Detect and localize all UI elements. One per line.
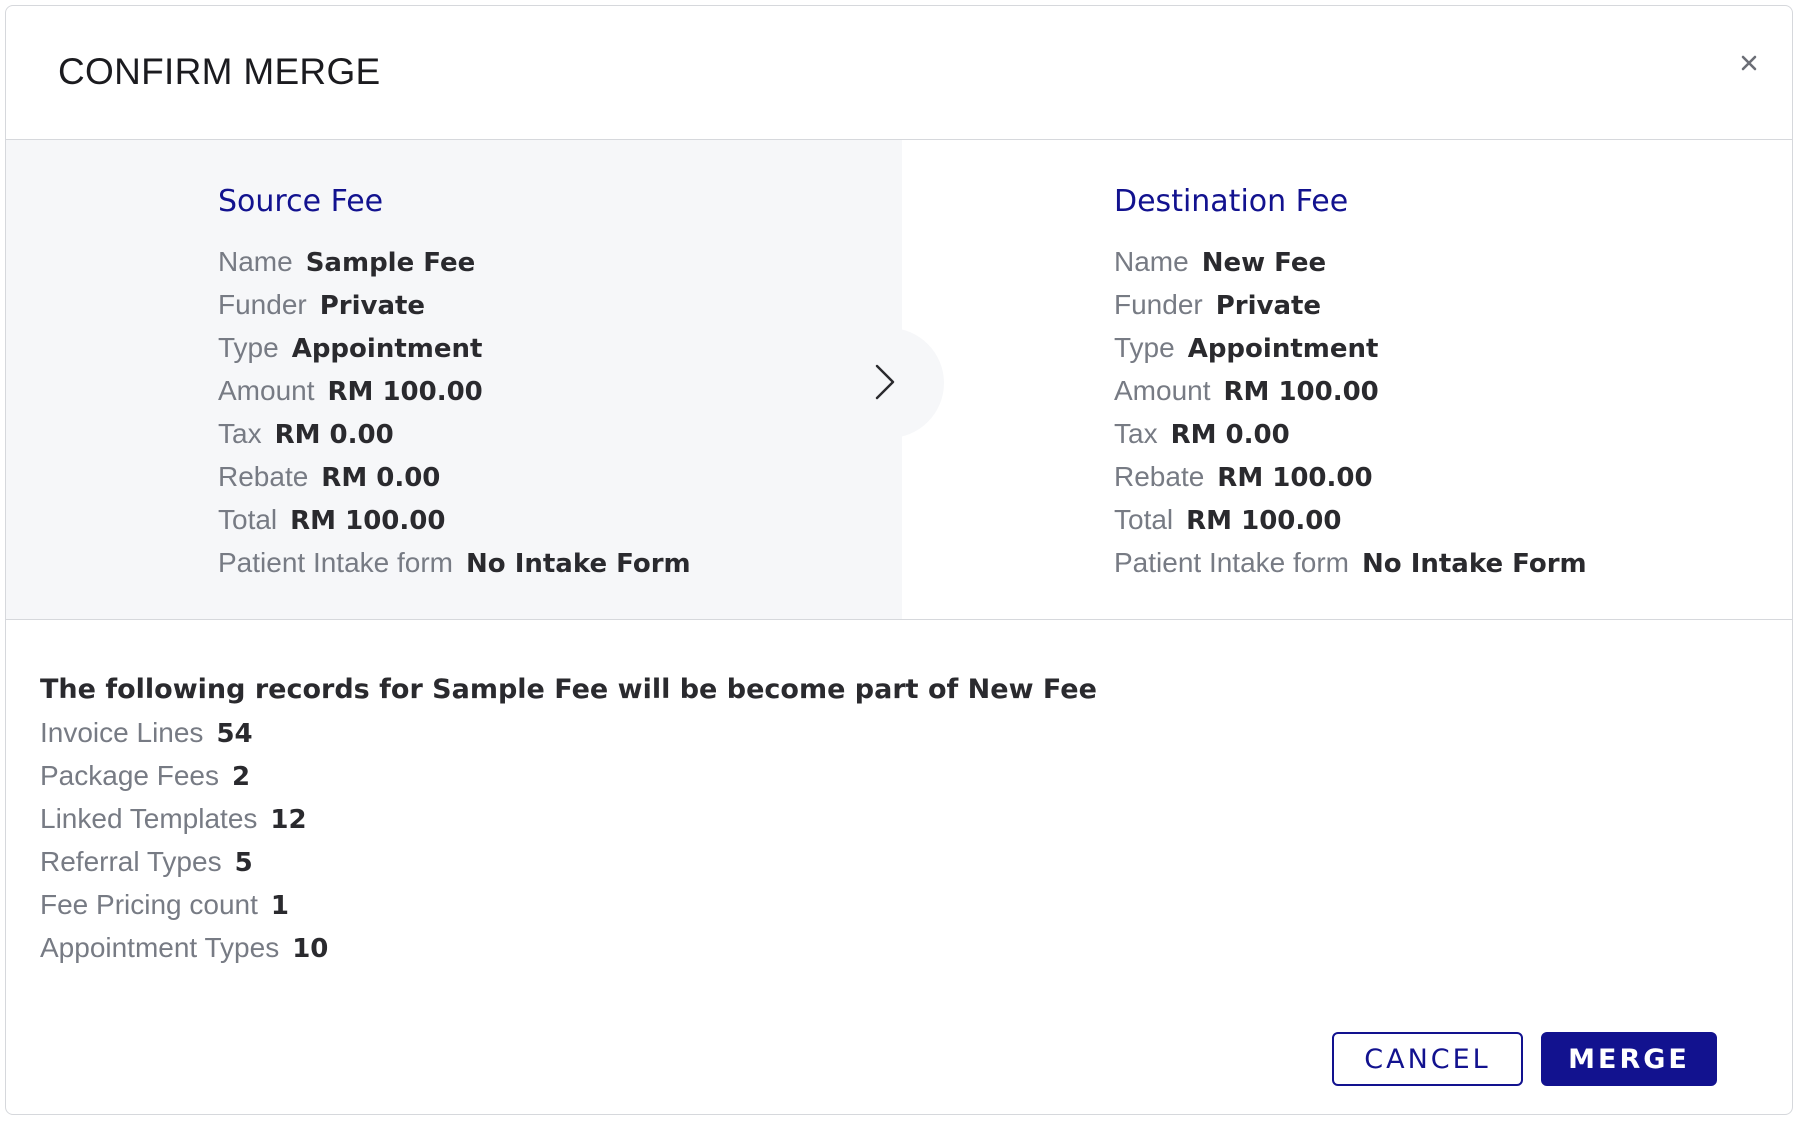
field-label: Total: [1114, 504, 1174, 535]
field-value: No Intake Form: [466, 549, 691, 579]
destination-field-funder: Funder Private: [1114, 283, 1587, 326]
records-heading: The following records for Sample Fee wil…: [40, 674, 1097, 705]
field-value: RM 100.00: [290, 506, 446, 536]
field-value: RM 0.00: [274, 420, 394, 450]
destination-fee-heading: Destination Fee: [1114, 184, 1349, 219]
destination-field-rebate: Rebate RM 100.00: [1114, 455, 1587, 498]
destination-field-amount: Amount RM 100.00: [1114, 369, 1587, 412]
field-value: Private: [319, 291, 426, 321]
record-count: 12: [270, 805, 307, 835]
field-value: RM 100.00: [327, 377, 483, 407]
merge-button[interactable]: MERGE: [1541, 1032, 1717, 1086]
field-value: Appointment: [1187, 334, 1379, 364]
field-label: Patient Intake form: [1114, 547, 1350, 578]
destination-field-total: Total RM 100.00: [1114, 498, 1587, 541]
field-label: Name: [1114, 246, 1189, 277]
field-value: Appointment: [291, 334, 483, 364]
record-referral-types: Referral Types 5: [40, 840, 1097, 883]
source-field-intake-form: Patient Intake form No Intake Form: [218, 541, 691, 584]
source-field-rebate: Rebate RM 0.00: [218, 455, 691, 498]
field-label: Patient Intake form: [218, 547, 454, 578]
field-label: Name: [218, 246, 293, 277]
record-label: Linked Templates: [40, 803, 258, 834]
dialog-actions: CANCEL MERGE: [1332, 1032, 1717, 1086]
record-label: Appointment Types: [40, 932, 280, 963]
field-label: Tax: [1114, 418, 1158, 449]
record-count: 10: [292, 934, 329, 964]
record-label: Referral Types: [40, 846, 222, 877]
field-value: RM 0.00: [321, 463, 441, 493]
close-icon: [1741, 55, 1757, 71]
record-invoice-lines: Invoice Lines 54: [40, 711, 1097, 754]
field-label: Type: [1114, 332, 1175, 363]
dialog-header: CONFIRM MERGE: [6, 6, 1792, 140]
field-value: RM 100.00: [1217, 463, 1373, 493]
source-fee-heading: Source Fee: [218, 184, 384, 219]
source-fee-panel: Source Fee Name Sample Fee Funder Private …: [6, 140, 902, 619]
record-appointment-types: Appointment Types 10: [40, 926, 1097, 969]
destination-field-type: Type Appointment: [1114, 326, 1587, 369]
field-value: Sample Fee: [305, 248, 476, 278]
field-label: Funder: [1114, 289, 1203, 320]
field-value: RM 100.00: [1223, 377, 1379, 407]
confirm-merge-dialog: CONFIRM MERGE Source Fee Name Sample Fee …: [5, 5, 1793, 1115]
record-count: 54: [216, 719, 253, 749]
record-count: 1: [270, 891, 289, 921]
record-label: Invoice Lines: [40, 717, 204, 748]
merge-direction-indicator: [834, 328, 944, 438]
close-button[interactable]: [1732, 46, 1766, 80]
fee-comparison: Source Fee Name Sample Fee Funder Private …: [6, 140, 1792, 620]
source-field-tax: Tax RM 0.00: [218, 412, 691, 455]
chevron-right-icon: [875, 364, 895, 400]
record-package-fees: Package Fees 2: [40, 754, 1097, 797]
field-label: Amount: [1114, 375, 1211, 406]
source-field-funder: Funder Private: [218, 283, 691, 326]
field-label: Tax: [218, 418, 262, 449]
field-label: Rebate: [218, 461, 309, 492]
field-value: New Fee: [1201, 248, 1327, 278]
destination-field-tax: Tax RM 0.00: [1114, 412, 1587, 455]
record-fee-pricing-count: Fee Pricing count 1: [40, 883, 1097, 926]
field-label: Total: [218, 504, 278, 535]
field-label: Type: [218, 332, 279, 363]
record-count: 5: [234, 848, 253, 878]
destination-field-name: Name New Fee: [1114, 240, 1587, 283]
field-label: Amount: [218, 375, 315, 406]
affected-records: The following records for Sample Fee wil…: [40, 668, 1097, 969]
source-field-type: Type Appointment: [218, 326, 691, 369]
destination-fee-panel: Destination Fee Name New Fee Funder Privat…: [902, 140, 1792, 619]
cancel-button[interactable]: CANCEL: [1332, 1032, 1523, 1086]
field-label: Rebate: [1114, 461, 1205, 492]
field-value: No Intake Form: [1362, 549, 1587, 579]
field-value: RM 0.00: [1170, 420, 1290, 450]
record-count: 2: [232, 762, 251, 792]
destination-field-intake-form: Patient Intake form No Intake Form: [1114, 541, 1587, 584]
field-label: Funder: [218, 289, 307, 320]
dialog-title: CONFIRM MERGE: [58, 51, 381, 92]
field-value: RM 100.00: [1186, 506, 1342, 536]
record-label: Package Fees: [40, 760, 219, 791]
source-field-amount: Amount RM 100.00: [218, 369, 691, 412]
source-field-name: Name Sample Fee: [218, 240, 691, 283]
field-value: Private: [1215, 291, 1322, 321]
record-label: Fee Pricing count: [40, 889, 258, 920]
source-field-total: Total RM 100.00: [218, 498, 691, 541]
record-linked-templates: Linked Templates 12: [40, 797, 1097, 840]
